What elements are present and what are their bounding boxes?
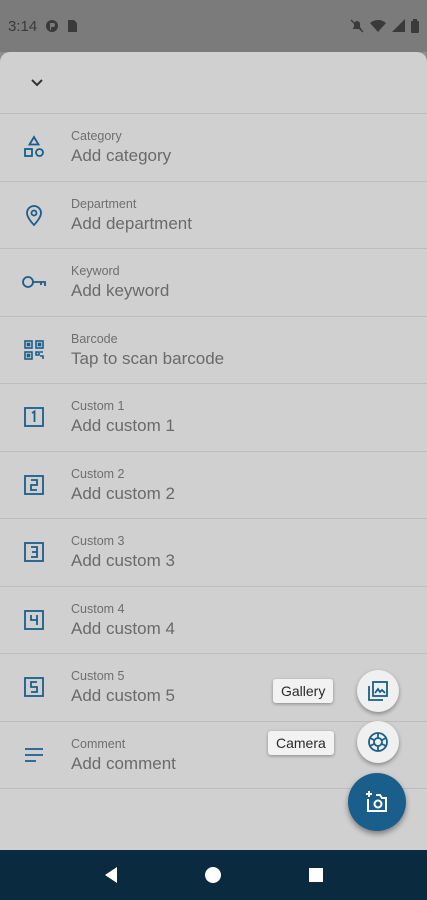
row-label: Custom 3 xyxy=(71,534,125,548)
row-value: Add custom 4 xyxy=(71,618,175,638)
row-value: Add custom 2 xyxy=(71,483,175,503)
row-label: Custom 5 xyxy=(71,669,125,683)
gallery-button[interactable] xyxy=(357,670,399,712)
status-time: 3:14 xyxy=(8,17,38,35)
sheet-header xyxy=(0,52,427,114)
home-circle-icon xyxy=(205,867,222,883)
back-button[interactable] xyxy=(96,860,126,890)
home-button[interactable] xyxy=(198,860,228,890)
number-1-icon xyxy=(21,404,47,430)
wifi-icon xyxy=(370,19,386,32)
notes-icon xyxy=(21,742,47,768)
number-2-icon xyxy=(21,472,47,498)
location-pin-icon xyxy=(21,202,47,228)
qr-code-icon xyxy=(21,337,47,363)
camera-shutter-icon xyxy=(368,732,388,752)
back-triangle-icon xyxy=(105,867,118,883)
system-nav-bar xyxy=(0,850,427,900)
row-label: Department xyxy=(71,196,137,211)
row-value: Tap to scan barcode xyxy=(71,348,225,368)
row-custom-4[interactable]: Custom 4 Add custom 4 xyxy=(0,587,427,654)
add-photo-icon xyxy=(366,791,387,812)
status-icons xyxy=(350,19,419,33)
row-value: Add category xyxy=(71,146,172,165)
row-value: Add custom 5 xyxy=(71,686,175,705)
row-label: Barcode xyxy=(71,331,118,346)
row-value: Add comment xyxy=(71,753,176,773)
gallery-label[interactable]: Gallery xyxy=(273,679,334,703)
camera-button[interactable] xyxy=(357,721,399,763)
signal-icon xyxy=(392,19,405,32)
row-value: Add department xyxy=(71,213,192,233)
camera-label[interactable]: Camera xyxy=(268,731,334,755)
row-custom-3[interactable]: Custom 3 Add custom 3 xyxy=(0,519,427,587)
number-3-icon xyxy=(21,539,47,565)
row-label: Custom 2 xyxy=(71,466,125,481)
row-department[interactable]: Department Add department xyxy=(0,182,427,249)
row-label: Custom 4 xyxy=(71,601,125,616)
battery-icon xyxy=(411,19,419,33)
chevron-down-icon[interactable] xyxy=(28,74,46,92)
status-bar: 3:14 xyxy=(0,0,427,52)
recents-button[interactable] xyxy=(301,860,331,890)
row-keyword[interactable]: Keyword Add keyword xyxy=(0,249,427,317)
number-5-icon xyxy=(21,674,47,700)
row-value: Add keyword xyxy=(71,281,170,300)
row-custom-2[interactable]: Custom 2 Add custom 2 xyxy=(0,452,427,519)
row-label: Keyword xyxy=(71,264,120,278)
add-photo-fab[interactable] xyxy=(348,773,406,831)
row-label: Comment xyxy=(71,736,126,751)
number-4-icon xyxy=(21,607,47,633)
row-category[interactable]: Category Add category xyxy=(0,114,427,182)
gallery-icon xyxy=(368,681,388,701)
row-value: Add custom 1 xyxy=(71,416,175,435)
shapes-icon xyxy=(21,134,47,160)
row-label: Category xyxy=(71,129,122,143)
row-custom-1[interactable]: Custom 1 Add custom 1 xyxy=(0,384,427,452)
row-barcode[interactable]: Barcode Tap to scan barcode xyxy=(0,317,427,384)
mute-icon xyxy=(350,19,364,33)
recents-square-icon xyxy=(308,868,323,882)
notification-icon xyxy=(46,20,59,32)
key-icon xyxy=(21,269,47,295)
row-label: Custom 1 xyxy=(71,399,125,413)
sim-icon xyxy=(68,20,78,32)
row-value: Add custom 3 xyxy=(71,551,175,570)
